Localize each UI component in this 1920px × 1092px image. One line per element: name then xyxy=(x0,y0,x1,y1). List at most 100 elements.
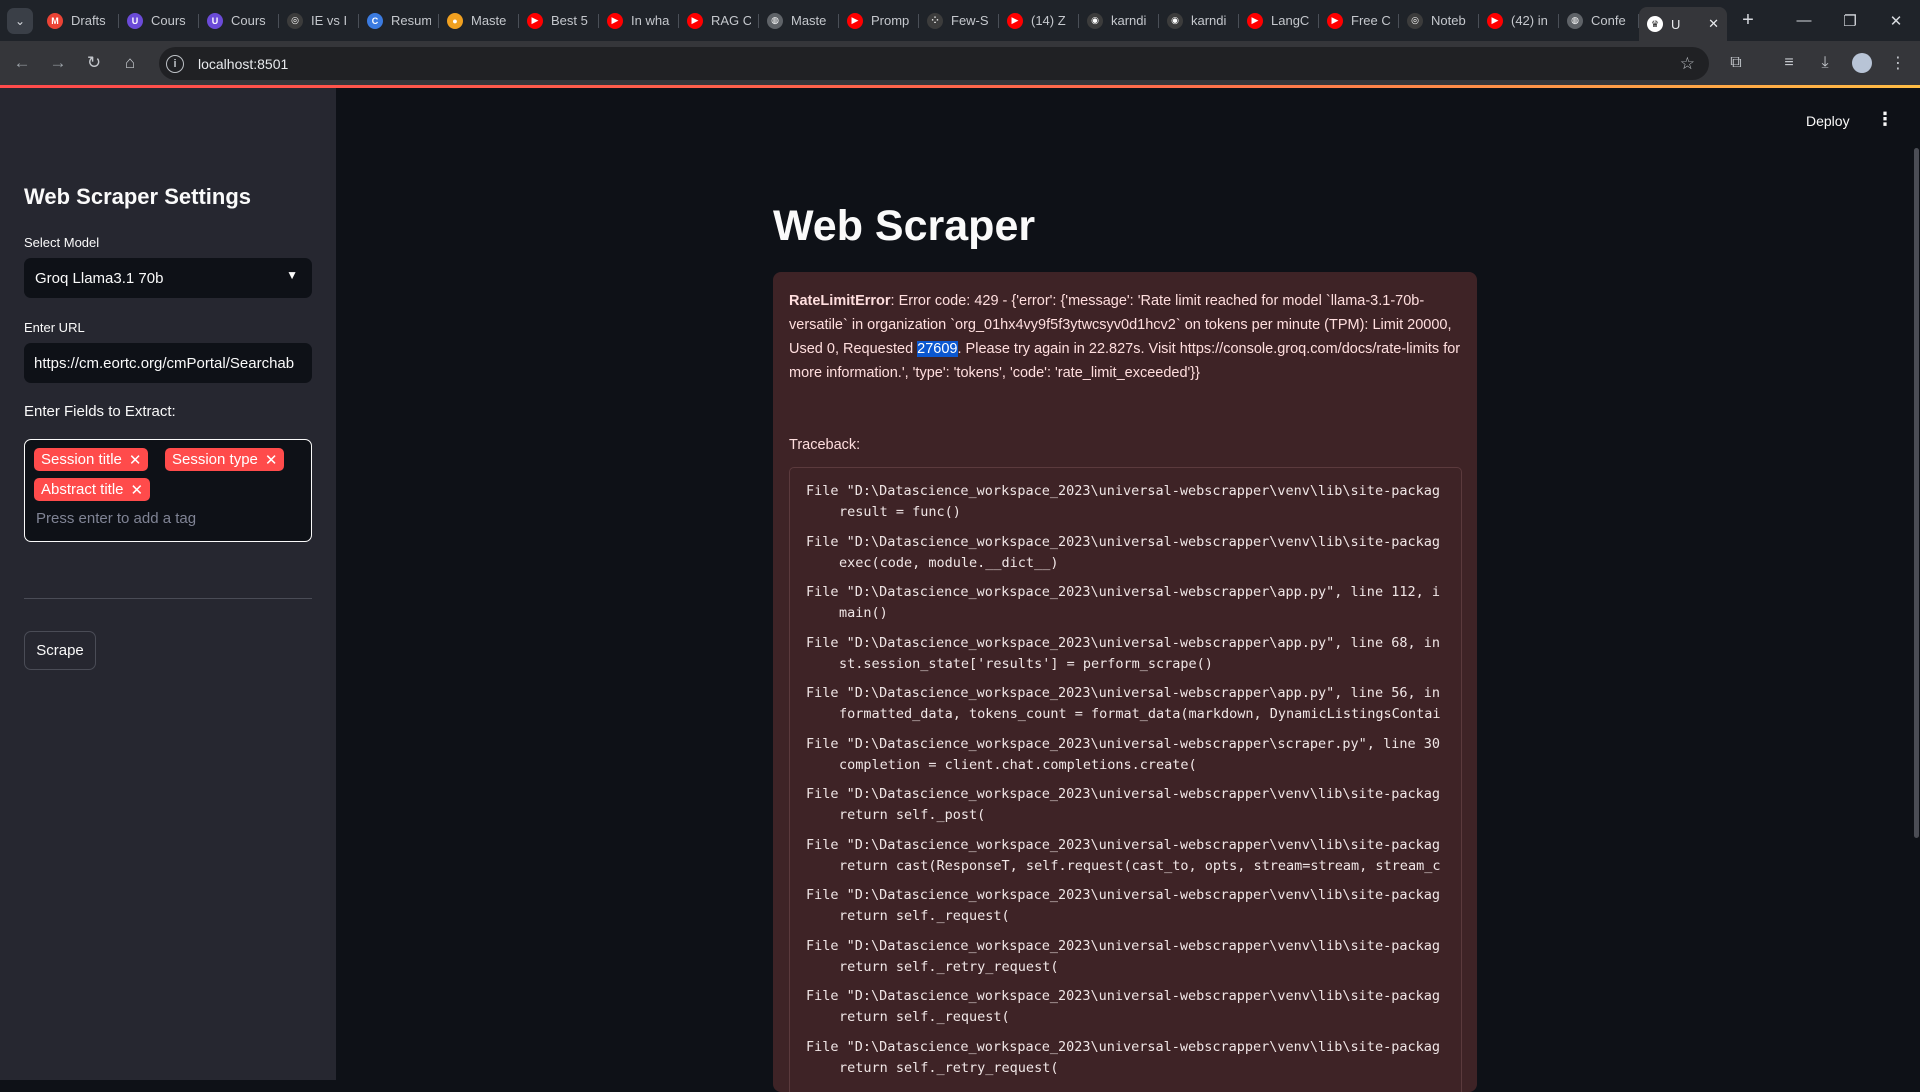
course-icon: U xyxy=(207,12,223,29)
new-tab-button[interactable]: + xyxy=(1733,9,1763,32)
url-text[interactable]: localhost:8501 xyxy=(198,56,288,72)
frame-code-line: return cast(ResponseT, self.request(cast… xyxy=(839,857,1441,874)
tag-chip: Session type ✕ xyxy=(165,448,285,471)
forward-button[interactable]: → xyxy=(40,45,76,81)
remove-tag-icon[interactable]: ✕ xyxy=(265,451,278,469)
openai-icon: ◎ xyxy=(287,12,303,29)
tags-input[interactable]: Session title ✕ Session type ✕ Abstract ti… xyxy=(24,439,312,542)
highlighted-text: 27609 xyxy=(917,341,958,357)
frame-code-line: result = func() xyxy=(839,504,961,520)
frame-code-line: formatted_data, tokens_count = format_da… xyxy=(839,706,1441,722)
error-alert: RateLimitError: Error code: 429 - {'erro… xyxy=(773,272,1477,1092)
browser-tab[interactable]: U Cours xyxy=(119,5,199,37)
close-window-button[interactable]: ✕ xyxy=(1873,0,1919,41)
frame-file-line: File "D:\Datascience_workspace_2023\univ… xyxy=(806,887,1440,903)
close-tab-icon[interactable]: ✕ xyxy=(1708,16,1719,32)
browser-tab[interactable]: U Cours xyxy=(199,5,279,37)
browser-tab[interactable]: ◎ IE vs I xyxy=(279,5,359,37)
youtube-icon: ▶ xyxy=(1007,12,1023,29)
restore-button[interactable]: ❐ xyxy=(1827,0,1873,41)
traceback-code: File "D:\Datascience_workspace_2023\univ… xyxy=(789,467,1462,1092)
tab-title: U xyxy=(1671,16,1681,32)
downloads-button[interactable]: ⤓ xyxy=(1807,45,1843,81)
frame-code-line: return self._post( xyxy=(839,807,986,823)
tab-title: Resum xyxy=(391,13,431,28)
browser-tab[interactable]: ▶ LangC xyxy=(1239,5,1319,37)
tab-title: LangC xyxy=(1271,13,1310,28)
address-bar[interactable]: i localhost:8501 ☆ xyxy=(159,47,1709,80)
browser-tab[interactable]: ◍ Maste xyxy=(759,5,839,37)
course-icon: U xyxy=(127,12,143,29)
browser-tab[interactable]: ◉ karndi xyxy=(1159,5,1239,37)
resume-icon: C xyxy=(367,12,383,29)
frame-file-line: File "D:\Datascience_workspace_2023\univ… xyxy=(806,836,1440,853)
tab-title: In wha xyxy=(631,13,670,28)
traceback-frame: File "D:\Datascience_workspace_2023\univ… xyxy=(806,1037,1440,1079)
tag-chip: Session title ✕ xyxy=(34,448,149,471)
browser-tab[interactable]: ▶ Free C xyxy=(1319,5,1399,37)
tab-title: (14) Z xyxy=(1031,13,1066,28)
minimize-button[interactable]: — xyxy=(1781,0,1827,41)
traceback-frame: File "D:\Datascience_workspace_2023\univ… xyxy=(806,885,1440,927)
browser-tab[interactable]: M Drafts xyxy=(39,5,119,37)
traceback-label: Traceback: xyxy=(789,437,861,453)
youtube-icon: ▶ xyxy=(1247,12,1263,29)
youtube-icon: ▶ xyxy=(607,12,623,29)
model-select[interactable]: Groq Llama3.1 70b ▼ xyxy=(24,258,312,298)
model-select-value: Groq Llama3.1 70b xyxy=(35,269,164,287)
remove-tag-icon[interactable]: ✕ xyxy=(129,451,142,469)
browser-tab-active[interactable]: ♛ U ✕ xyxy=(1639,7,1727,41)
reload-button[interactable]: ↻ xyxy=(76,45,112,81)
chevron-down-icon: ▼ xyxy=(286,268,298,282)
frame-file-line: File "D:\Datascience_workspace_2023\univ… xyxy=(806,533,1440,550)
browser-menu-button[interactable]: ⋮ xyxy=(1880,45,1916,81)
error-message: RateLimitError: Error code: 429 - {'erro… xyxy=(789,289,1463,385)
tab-title: Few-S xyxy=(951,13,989,28)
browser-tab[interactable]: ▶ Best 5 xyxy=(519,5,599,37)
back-button[interactable]: ← xyxy=(4,45,40,81)
browser-tab[interactable]: C Resum xyxy=(359,5,439,37)
browser-tab[interactable]: ▶ Promp xyxy=(839,5,919,37)
browser-tab[interactable]: ⁘ Few-S xyxy=(919,5,999,37)
tab-search-button[interactable]: ⌄ xyxy=(7,7,33,34)
tab-title: Promp xyxy=(871,13,910,28)
frame-file-line: File "D:\Datascience_workspace_2023\univ… xyxy=(806,1038,1440,1055)
globe-icon: ◍ xyxy=(767,12,783,29)
scrape-button[interactable]: Scrape xyxy=(24,631,96,670)
browser-tab[interactable]: ● Maste xyxy=(439,5,519,37)
tab-title: (42) in xyxy=(1511,13,1548,28)
deploy-button[interactable]: Deploy xyxy=(1806,113,1850,129)
main-menu-icon[interactable]: ⋮ xyxy=(1876,109,1894,130)
traceback-frame: File "D:\Datascience_workspace_2023\univ… xyxy=(806,481,1440,523)
home-button[interactable]: ⌂ xyxy=(112,45,148,81)
browser-tab[interactable]: ◉ karndi xyxy=(1079,5,1159,37)
tab-title: karndi xyxy=(1191,13,1227,28)
error-type: RateLimitError xyxy=(789,293,891,309)
youtube-icon: ▶ xyxy=(1487,12,1503,29)
browser-tab[interactable]: ▶ In wha xyxy=(599,5,679,37)
scrollbar[interactable] xyxy=(1914,148,1919,838)
page-title: Web Scraper xyxy=(773,202,1036,250)
tag-input-placeholder[interactable]: Press enter to add a tag xyxy=(36,510,196,527)
browser-tab[interactable]: ▶ (42) in xyxy=(1479,5,1559,37)
youtube-icon: ▶ xyxy=(847,12,863,29)
frame-code-line: exec(code, module.__dict__) xyxy=(839,554,1059,571)
url-input[interactable]: https://cm.eortc.org/cmPortal/Searchab xyxy=(24,343,312,383)
browser-tab[interactable]: ▶ RAG C xyxy=(679,5,759,37)
remove-tag-icon[interactable]: ✕ xyxy=(131,481,144,499)
tag-chip: Abstract title ✕ xyxy=(34,478,151,501)
tab-title: Best 5 xyxy=(551,13,588,28)
browser-tab[interactable]: ▶ (14) Z xyxy=(999,5,1079,37)
profile-button[interactable] xyxy=(1844,45,1880,81)
frame-file-line: File "D:\Datascience_workspace_2023\univ… xyxy=(806,483,1440,499)
globe-icon: ◍ xyxy=(1567,12,1583,29)
site-info-icon[interactable]: i xyxy=(166,54,184,73)
tab-title: Cours xyxy=(151,13,186,28)
extensions-button[interactable]: ⧉ xyxy=(1718,45,1754,81)
browser-tab[interactable]: ◍ Confe xyxy=(1559,5,1639,37)
browser-tab[interactable]: ◎ Noteb xyxy=(1399,5,1479,37)
puzzle-icon: ⧉ xyxy=(1730,54,1742,71)
media-control-button[interactable]: ≡ xyxy=(1771,45,1807,81)
bookmark-star-icon[interactable]: ☆ xyxy=(1680,54,1695,74)
tag-label: Session type xyxy=(172,451,258,468)
